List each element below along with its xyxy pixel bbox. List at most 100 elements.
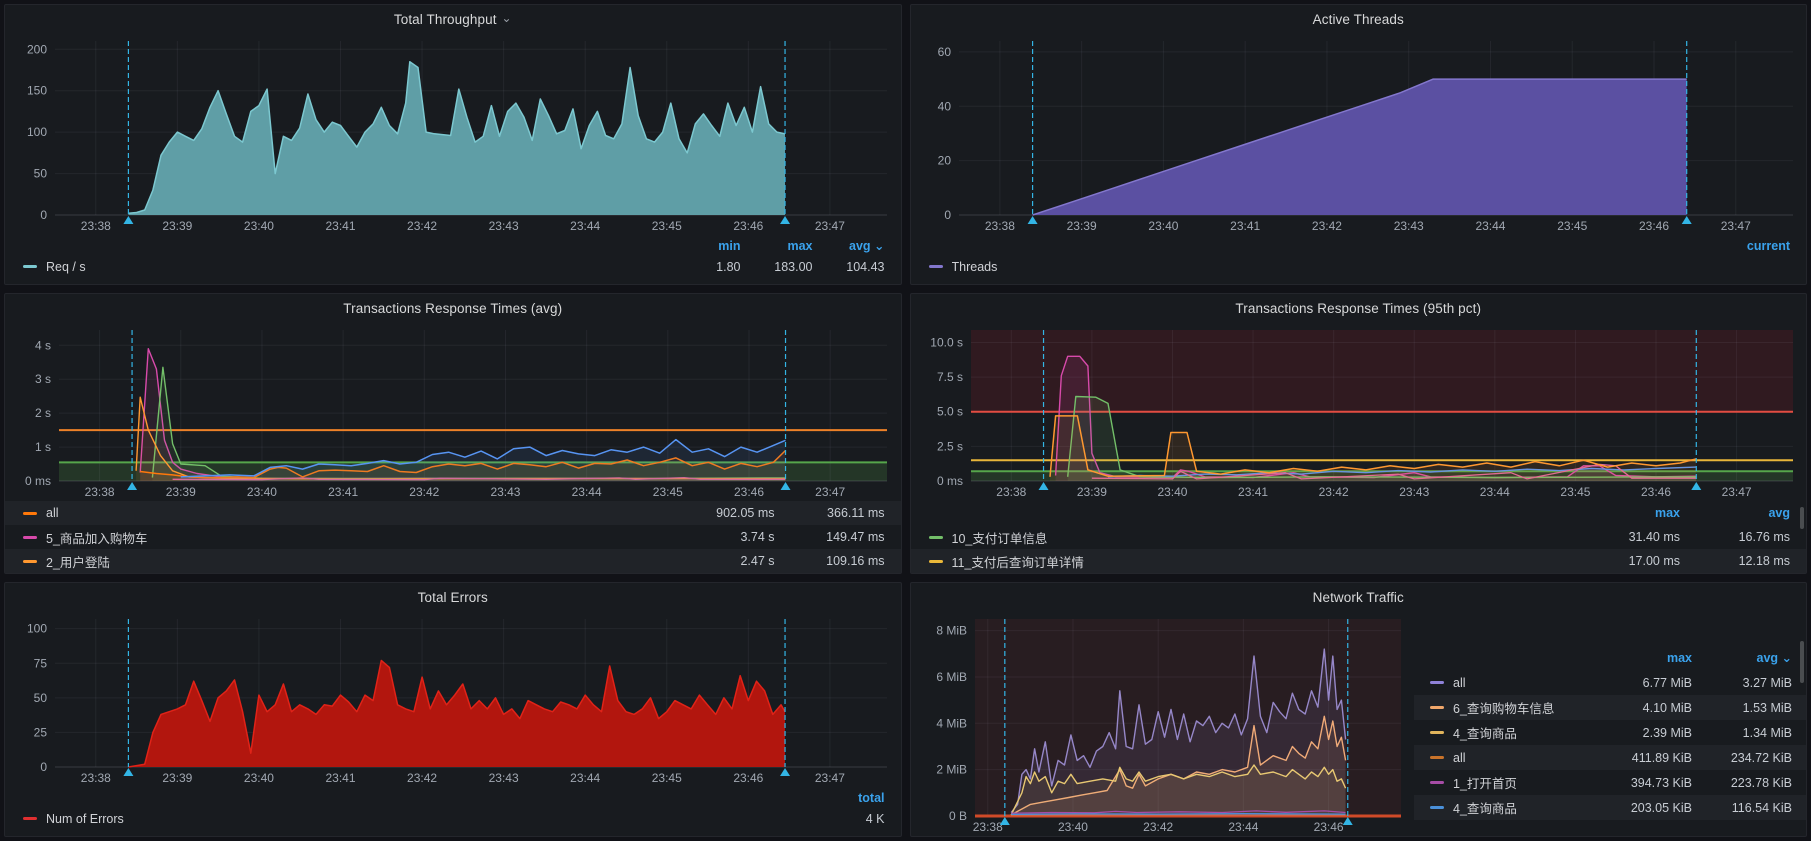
legend-value: 411.89 KiB bbox=[1592, 751, 1692, 765]
svg-text:23:39: 23:39 bbox=[166, 485, 196, 499]
legend-value: 394.73 KiB bbox=[1592, 776, 1692, 790]
legend-item[interactable]: Req / s1.80183.00104.43 bbox=[5, 256, 901, 277]
panel-header[interactable]: Total Throughput ⌄ bbox=[5, 5, 901, 33]
legend-item[interactable]: all411.89 KiB234.72 KiB bbox=[1414, 745, 1806, 770]
svg-text:23:46: 23:46 bbox=[733, 771, 763, 785]
svg-text:23:41: 23:41 bbox=[1238, 485, 1268, 499]
legend-header-max[interactable]: max bbox=[1570, 506, 1680, 520]
svg-text:0 ms: 0 ms bbox=[936, 474, 962, 488]
svg-text:23:46: 23:46 bbox=[733, 219, 763, 233]
legend-item[interactable]: 10_支付订单信息31.40 ms16.76 ms bbox=[911, 525, 1807, 549]
svg-text:5.0 s: 5.0 s bbox=[936, 405, 962, 419]
svg-text:40: 40 bbox=[937, 99, 951, 113]
legend: maxavg ⌄ all6.77 MiB3.27 MiB6_查询购物车信息4.10… bbox=[1414, 611, 1806, 836]
svg-text:0 ms: 0 ms bbox=[25, 474, 51, 488]
chart-canvas[interactable]: 025507510023:3823:3923:4023:4123:4223:43… bbox=[11, 613, 895, 787]
chart-canvas[interactable]: 020406023:3823:3923:4023:4123:4223:4323:… bbox=[917, 35, 1801, 235]
svg-text:0: 0 bbox=[944, 208, 951, 222]
panel-title: Network Traffic bbox=[1313, 590, 1404, 605]
legend-item[interactable]: 6_查询购物车信息4.10 MiB1.53 MiB bbox=[1414, 695, 1806, 720]
series-color-marker bbox=[1430, 781, 1444, 784]
legend-header-max[interactable]: max bbox=[741, 239, 813, 253]
legend-value: 17.00 ms bbox=[1570, 554, 1680, 568]
legend-header-avg[interactable]: avg bbox=[1680, 506, 1790, 520]
chart-canvas[interactable]: 0 B2 MiB4 MiB6 MiB8 MiB23:3823:4023:4223… bbox=[917, 613, 1409, 836]
panel-header[interactable]: Active Threads bbox=[911, 5, 1807, 33]
svg-text:23:43: 23:43 bbox=[1393, 219, 1423, 233]
svg-text:6 MiB: 6 MiB bbox=[936, 670, 967, 684]
panel-header[interactable]: Transactions Response Times (avg) bbox=[5, 294, 901, 322]
svg-text:23:38: 23:38 bbox=[972, 820, 1002, 834]
chart-area: 0 ms1 s2 s3 s4 s23:3823:3923:4023:4123:4… bbox=[5, 322, 901, 501]
svg-text:150: 150 bbox=[27, 84, 47, 98]
series-color-marker bbox=[929, 560, 943, 563]
legend-value: 31.40 ms bbox=[1570, 530, 1680, 544]
series-color-marker bbox=[1430, 756, 1444, 759]
panel-header[interactable]: Transactions Response Times (95th pct) bbox=[911, 294, 1807, 322]
svg-text:0 B: 0 B bbox=[948, 809, 966, 823]
svg-text:23:43: 23:43 bbox=[1399, 485, 1429, 499]
chart-canvas[interactable]: 05010015020023:3823:3923:4023:4123:4223:… bbox=[11, 35, 895, 235]
chart-area: 05010015020023:3823:3923:4023:4123:4223:… bbox=[5, 33, 901, 235]
panel-response-times-avg: Transactions Response Times (avg) 0 ms 1 … bbox=[4, 293, 902, 574]
legend-item[interactable]: 1_打开首页394.73 KiB223.78 KiB bbox=[1414, 770, 1806, 795]
legend-label: Req / s bbox=[46, 260, 86, 274]
legend-header-total[interactable]: total bbox=[815, 791, 885, 805]
legend-header-avg[interactable]: avg ⌄ bbox=[1692, 650, 1792, 665]
legend-item[interactable]: 11_支付后查询订单详情17.00 ms12.18 ms bbox=[911, 549, 1807, 573]
svg-text:23:42: 23:42 bbox=[1143, 820, 1173, 834]
svg-text:23:47: 23:47 bbox=[815, 485, 845, 499]
svg-text:1 s: 1 s bbox=[35, 440, 51, 454]
svg-text:100: 100 bbox=[27, 622, 47, 636]
legend-item[interactable]: Num of Errors4 K bbox=[5, 808, 901, 829]
legend-item[interactable]: 5_商品加入购物车3.74 s149.47 ms bbox=[5, 525, 901, 549]
chart-canvas[interactable]: 0 ms1 s2 s3 s4 s23:3823:3923:4023:4123:4… bbox=[11, 324, 895, 501]
panel-title: Total Throughput bbox=[394, 12, 497, 27]
panel-total-throughput: Total Throughput ⌄ 05010015020023:3823:3… bbox=[4, 4, 902, 285]
legend: all902.05 ms366.11 ms5_商品加入购物车3.74 s149.… bbox=[5, 501, 901, 573]
series-color-marker bbox=[929, 536, 943, 539]
svg-text:23:47: 23:47 bbox=[815, 219, 845, 233]
legend-item[interactable]: 2_用户登陆2.47 s109.16 ms bbox=[5, 549, 901, 573]
svg-text:23:40: 23:40 bbox=[247, 485, 277, 499]
legend-value: 4 K bbox=[815, 812, 885, 826]
legend-header-min[interactable]: min bbox=[669, 239, 741, 253]
svg-text:2 MiB: 2 MiB bbox=[936, 763, 967, 777]
legend-header-row: minmaxavg ⌄ bbox=[5, 235, 901, 256]
legend-header-max[interactable]: max bbox=[1592, 651, 1692, 665]
legend-item[interactable]: all902.05 ms366.11 ms bbox=[5, 501, 901, 525]
svg-text:23:40: 23:40 bbox=[1148, 219, 1178, 233]
legend-label: Threads bbox=[952, 260, 998, 274]
legend-item[interactable]: Threads bbox=[911, 256, 1807, 277]
legend-value: 1.80 bbox=[669, 260, 741, 274]
legend-label: 11_支付后查询订单详情 bbox=[952, 552, 1084, 571]
legend-header-current[interactable]: current bbox=[1700, 239, 1790, 253]
legend-label: all bbox=[46, 506, 59, 520]
legend-header-row: current bbox=[911, 235, 1807, 256]
legend-item[interactable]: 4_查询商品203.05 KiB116.54 KiB bbox=[1414, 795, 1806, 820]
svg-text:23:45: 23:45 bbox=[653, 485, 683, 499]
legend-item[interactable]: all6.77 MiB3.27 MiB bbox=[1414, 670, 1806, 695]
legend-value: 1.53 MiB bbox=[1692, 701, 1792, 715]
series-color-marker bbox=[23, 265, 37, 268]
series-color-marker bbox=[1430, 806, 1444, 809]
panel-header[interactable]: Total Errors bbox=[5, 583, 901, 611]
svg-text:23:46: 23:46 bbox=[1638, 219, 1668, 233]
svg-text:23:45: 23:45 bbox=[652, 219, 682, 233]
chart-canvas[interactable]: 0 ms2.5 s5.0 s7.5 s10.0 s23:3823:3923:40… bbox=[917, 324, 1801, 501]
panel-menu-chevron-icon[interactable]: ⌄ bbox=[502, 12, 512, 24]
legend-value: 234.72 KiB bbox=[1692, 751, 1792, 765]
legend-value: 2.47 s bbox=[665, 554, 775, 568]
legend-scrollbar[interactable] bbox=[1800, 641, 1804, 683]
svg-text:23:47: 23:47 bbox=[1720, 219, 1750, 233]
legend-label: 10_支付订单信息 bbox=[952, 528, 1048, 547]
legend-scrollbar[interactable] bbox=[1800, 507, 1804, 529]
legend-item[interactable]: 4_查询商品2.39 MiB1.34 MiB bbox=[1414, 720, 1806, 745]
panel-header[interactable]: Network Traffic bbox=[911, 583, 1807, 611]
svg-text:4 MiB: 4 MiB bbox=[936, 716, 967, 730]
legend-header-avg[interactable]: avg ⌄ bbox=[813, 238, 885, 253]
legend-value: 1.34 MiB bbox=[1692, 726, 1792, 740]
svg-text:0: 0 bbox=[40, 760, 47, 774]
chart-area: 0 ms2.5 s5.0 s7.5 s10.0 s23:3823:3923:40… bbox=[911, 322, 1807, 501]
svg-text:23:40: 23:40 bbox=[244, 771, 274, 785]
